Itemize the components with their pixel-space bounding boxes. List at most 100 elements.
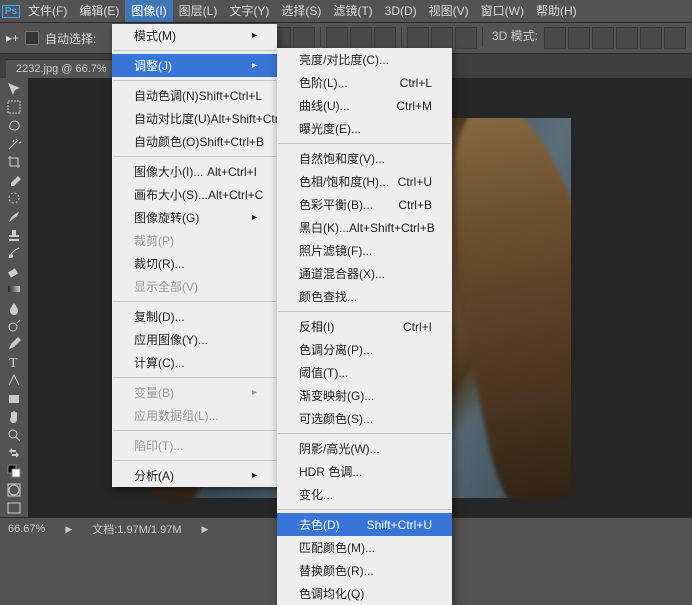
menu-1[interactable]: 编辑(E)	[73, 0, 125, 22]
menu-item[interactable]: 图像旋转(G)	[112, 206, 277, 229]
lasso-tool-icon[interactable]	[2, 117, 26, 133]
menu-4[interactable]: 文字(Y)	[223, 0, 275, 22]
menu-item-shortcut: Alt+Ctrl+C	[208, 188, 263, 202]
blur-tool-icon[interactable]	[2, 299, 26, 315]
menu-item[interactable]: 颜色查找...	[277, 285, 452, 308]
menu-item[interactable]: 自动颜色(O)Shift+Ctrl+B	[112, 130, 277, 153]
menu-item[interactable]: 色调分离(P)...	[277, 338, 452, 361]
menu-item[interactable]: 曝光度(E)...	[277, 117, 452, 140]
menu-item[interactable]: 可选颜色(S)...	[277, 407, 452, 430]
menu-item[interactable]: 色彩平衡(B)...Ctrl+B	[277, 193, 452, 216]
dodge-tool-icon[interactable]	[2, 318, 26, 334]
menu-item[interactable]: 渐变映射(G)...	[277, 384, 452, 407]
menu-item-label: 色调分离(P)...	[299, 341, 373, 358]
menu-2[interactable]: 图像(I)	[125, 0, 172, 22]
path-tool-icon[interactable]	[2, 372, 26, 388]
menu-item[interactable]: 替换颜色(R)...	[277, 559, 452, 582]
menu-item[interactable]: 模式(M)	[112, 24, 277, 47]
menu-item[interactable]: 变化...	[277, 483, 452, 506]
menu-item[interactable]: 应用图像(Y)...	[112, 328, 277, 351]
menu-10[interactable]: 帮助(H)	[530, 0, 583, 22]
distribute-icon[interactable]	[326, 27, 348, 49]
menu-item[interactable]: 调整(J)	[112, 54, 277, 77]
menu-item-label: 自动色调(N)	[134, 87, 199, 104]
menu-9[interactable]: 窗口(W)	[475, 0, 530, 22]
auto-select-checkbox[interactable]	[25, 31, 39, 45]
distribute-icon[interactable]	[431, 27, 453, 49]
qmask-tool-icon[interactable]	[2, 481, 26, 497]
menu-item[interactable]: 色相/饱和度(H)...Ctrl+U	[277, 170, 452, 193]
3d-icon[interactable]	[568, 27, 590, 49]
menu-item-label: 通道混合器(X)...	[299, 265, 385, 282]
rect-tool-icon[interactable]	[2, 390, 26, 406]
hand-tool-icon[interactable]	[2, 409, 26, 425]
menu-3[interactable]: 图层(L)	[173, 0, 224, 22]
history-tool-icon[interactable]	[2, 245, 26, 261]
fgbg-tool-icon[interactable]	[2, 463, 26, 479]
brush-tool-icon[interactable]	[2, 208, 26, 224]
menu-5[interactable]: 选择(S)	[275, 0, 327, 22]
menu-item[interactable]: HDR 色调...	[277, 460, 452, 483]
menu-item[interactable]: 通道混合器(X)...	[277, 262, 452, 285]
menu-item[interactable]: 亮度/对比度(C)...	[277, 48, 452, 71]
zoom-tool-icon[interactable]	[2, 427, 26, 443]
screen-tool-icon[interactable]	[2, 500, 26, 516]
menu-item: 变量(B)	[112, 381, 277, 404]
eraser-tool-icon[interactable]	[2, 263, 26, 279]
stamp-tool-icon[interactable]	[2, 227, 26, 243]
menu-item-shortcut: Ctrl+L	[400, 76, 432, 90]
menu-item[interactable]: 去色(D)Shift+Ctrl+U	[277, 513, 452, 536]
menu-item[interactable]: 画布大小(S)...Alt+Ctrl+C	[112, 183, 277, 206]
zoom-level[interactable]: 66.67%	[8, 523, 45, 535]
menu-item[interactable]: 图像大小(I)...Alt+Ctrl+I	[112, 160, 277, 183]
menu-item-label: 阴影/高光(W)...	[299, 440, 380, 457]
tab-document[interactable]: 2232.jpg @ 66.7% ×	[6, 59, 129, 78]
move-tool-icon[interactable]	[2, 81, 26, 97]
wand-tool-icon[interactable]	[2, 136, 26, 152]
menu-item[interactable]: 自动色调(N)Shift+Ctrl+L	[112, 84, 277, 107]
pen-tool-icon[interactable]	[2, 336, 26, 352]
menu-item[interactable]: 黑白(K)...Alt+Shift+Ctrl+B	[277, 216, 452, 239]
menu-item[interactable]: 匹配颜色(M)...	[277, 536, 452, 559]
align-icon[interactable]	[293, 27, 315, 49]
separator	[278, 433, 451, 434]
eyedrop-tool-icon[interactable]	[2, 172, 26, 188]
separator	[278, 143, 451, 144]
menu-7[interactable]: 3D(D)	[379, 0, 423, 22]
3d-icon[interactable]	[664, 27, 686, 49]
menu-item-shortcut: Ctrl+B	[398, 198, 432, 212]
distribute-icon[interactable]	[455, 27, 477, 49]
menu-item[interactable]: 曲线(U)...Ctrl+M	[277, 94, 452, 117]
swap-tool-icon[interactable]	[2, 445, 26, 461]
menu-item[interactable]: 色阶(L)...Ctrl+L	[277, 71, 452, 94]
menu-item[interactable]: 反相(I)Ctrl+I	[277, 315, 452, 338]
3d-icon[interactable]	[544, 27, 566, 49]
3d-icon[interactable]	[592, 27, 614, 49]
distribute-icon[interactable]	[350, 27, 372, 49]
heal-tool-icon[interactable]	[2, 190, 26, 206]
distribute-icon[interactable]	[374, 27, 396, 49]
menu-item-label: 反相(I)	[299, 318, 334, 335]
gradient-tool-icon[interactable]	[2, 281, 26, 297]
menu-item[interactable]: 自动对比度(U)Alt+Shift+Ctrl+L	[112, 107, 277, 130]
menu-item[interactable]: 自然饱和度(V)...	[277, 147, 452, 170]
type-tool-icon[interactable]: T	[2, 354, 26, 370]
menu-0[interactable]: 文件(F)	[22, 0, 73, 22]
menu-item[interactable]: 色调均化(Q)	[277, 582, 452, 605]
marquee-tool-icon[interactable]	[2, 99, 26, 115]
crop-tool-icon[interactable]	[2, 154, 26, 170]
menu-8[interactable]: 视图(V)	[423, 0, 475, 22]
separator	[278, 509, 451, 510]
menu-item[interactable]: 阈值(T)...	[277, 361, 452, 384]
3d-icon[interactable]	[640, 27, 662, 49]
3d-icon[interactable]	[616, 27, 638, 49]
menu-item[interactable]: 裁切(R)...	[112, 252, 277, 275]
menu-6[interactable]: 滤镜(T)	[327, 0, 378, 22]
distribute-icon[interactable]	[407, 27, 429, 49]
menu-item-label: 自然饱和度(V)...	[299, 150, 385, 167]
menu-item[interactable]: 复制(D)...	[112, 305, 277, 328]
menu-item[interactable]: 分析(A)	[112, 464, 277, 487]
menu-item[interactable]: 照片滤镜(F)...	[277, 239, 452, 262]
menu-item[interactable]: 计算(C)...	[112, 351, 277, 374]
menu-item[interactable]: 阴影/高光(W)...	[277, 437, 452, 460]
